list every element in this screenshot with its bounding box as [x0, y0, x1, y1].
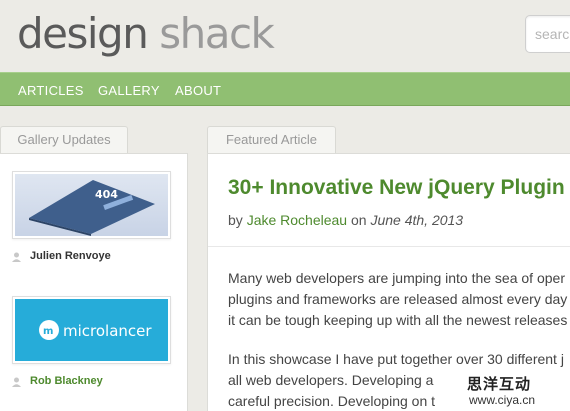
watermark-brand: 思洋互动	[467, 375, 532, 393]
byline-by: by	[228, 212, 243, 228]
gallery-thumbnail[interactable]: 404	[12, 171, 171, 239]
gallery-item[interactable]: 404 Julien Renvoye	[12, 171, 171, 262]
site-logo[interactable]: design shack	[17, 6, 275, 62]
user-icon	[12, 377, 21, 387]
gallery-sidebar: 404 Julien Renvoye m microlancer Rob Bla…	[0, 153, 188, 411]
logo-word-shack: shack	[159, 9, 275, 58]
error-404-illustration: 404	[29, 180, 155, 236]
gallery-thumbnail[interactable]: m microlancer	[12, 296, 171, 364]
article-paragraph-line: careful precision. Developing on t	[228, 393, 436, 409]
tab-featured-article[interactable]: Featured Article	[207, 126, 336, 154]
thumb-404-text: 404	[95, 188, 118, 201]
svg-text:m: m	[43, 326, 53, 337]
thumb-microlancer-text: microlancer	[63, 322, 152, 340]
search-input[interactable]: search	[525, 15, 570, 53]
article-paragraph-line: it can be tough keeping up with all the …	[228, 312, 568, 328]
article-byline: by Jake Rocheleau on June 4th, 2013	[228, 212, 463, 228]
gallery-author[interactable]: Julien Renvoye	[30, 250, 111, 262]
article-date: June 4th, 2013	[370, 212, 464, 228]
nav-item-about[interactable]: ABOUT	[175, 83, 221, 98]
main-nav: ARTICLES GALLERY ABOUT	[0, 72, 570, 106]
watermark: 思洋互动 www.ciya.cn	[463, 371, 570, 411]
nav-item-articles[interactable]: ARTICLES	[18, 83, 84, 98]
gallery-item[interactable]: m microlancer Rob Blackney	[12, 296, 171, 387]
article-paragraph-line: Many web developers are jumping into the…	[228, 270, 565, 286]
microlancer-logo: m microlancer	[39, 320, 152, 340]
divider	[208, 246, 570, 247]
site-header: design shack search	[0, 0, 570, 72]
nav-item-gallery[interactable]: GALLERY	[98, 83, 160, 98]
user-icon	[12, 252, 21, 262]
tab-gallery-updates[interactable]: Gallery Updates	[0, 126, 128, 154]
article-title[interactable]: 30+ Innovative New jQuery Plugin	[228, 176, 565, 200]
search-placeholder: search	[535, 26, 570, 42]
byline-on: on	[350, 212, 367, 228]
watermark-url: www.ciya.cn	[469, 393, 536, 407]
author-link[interactable]: Jake Rocheleau	[247, 212, 347, 228]
gallery-author[interactable]: Rob Blackney	[30, 375, 103, 387]
logo-word-design: design	[17, 9, 149, 58]
article-paragraph-line: plugins and frameworks are released almo…	[228, 291, 568, 307]
article-paragraph-line: all web developers. Developing a	[228, 372, 434, 388]
article-paragraph-line: In this showcase I have put together ove…	[228, 351, 564, 367]
